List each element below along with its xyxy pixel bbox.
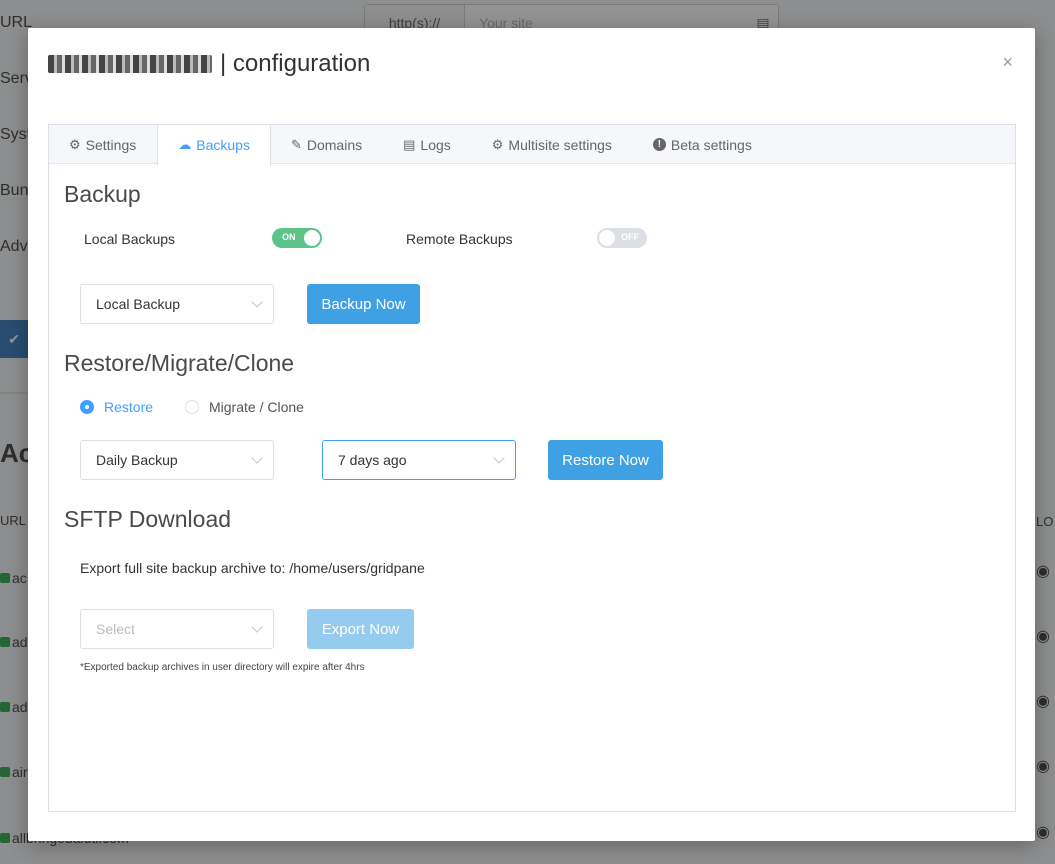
radio-dot [185, 400, 199, 414]
tab-label: Domains [306, 136, 363, 153]
restore-now-button[interactable]: Restore Now [548, 440, 663, 480]
radio-label: Migrate / Clone [209, 399, 304, 415]
export-select[interactable]: Select [80, 609, 274, 649]
tab-label: Settings [85, 136, 137, 153]
local-backups-toggle[interactable]: ON [272, 228, 322, 248]
radio-label: Restore [104, 399, 154, 415]
gear-icon: ⚙ [491, 136, 504, 152]
chevron-down-icon [493, 452, 505, 464]
tab-settings[interactable]: ⚙ Settings [49, 125, 157, 164]
restore-title: Restore/Migrate/Clone [64, 350, 295, 376]
edit-icon: ✎ [290, 136, 302, 152]
modal-title: | configuration [48, 50, 370, 78]
toggle-state: ON [282, 232, 296, 242]
remote-backups-toggle[interactable]: OFF [597, 228, 647, 248]
toggle-knob [304, 230, 320, 246]
export-now-button[interactable]: Export Now [307, 609, 414, 649]
tab-label: Logs [420, 136, 451, 153]
info-icon: ! [652, 138, 666, 151]
redacted-domain [48, 55, 212, 73]
close-icon[interactable]: × [1002, 52, 1013, 73]
restore-time-select[interactable]: 7 days ago [322, 440, 516, 480]
tab-bar: ⚙ Settings ☁ Backups ✎ Domains ▤ Logs ⚙ … [49, 125, 1015, 165]
tab-label: Beta settings [670, 136, 752, 153]
chevron-down-icon [251, 452, 263, 464]
modal-title-text: | configuration [220, 50, 371, 77]
backup-type-select[interactable]: Local Backup [80, 284, 274, 324]
backup-now-button[interactable]: Backup Now [307, 284, 420, 324]
select-value: 7 days ago [338, 452, 407, 468]
chevron-down-icon [251, 296, 263, 308]
remote-backups-label: Remote Backups [406, 231, 513, 247]
toggle-state: OFF [621, 232, 639, 242]
select-placeholder: Select [96, 621, 135, 637]
radio-dot [80, 400, 94, 414]
tab-label: Backups [196, 137, 250, 153]
tab-beta-settings[interactable]: ! Beta settings [633, 125, 773, 164]
export-expiry-note: *Exported backup archives in user direct… [80, 662, 365, 673]
restore-backup-select[interactable]: Daily Backup [80, 440, 274, 480]
migrate-clone-radio[interactable]: Migrate / Clone [185, 399, 304, 415]
configuration-modal: | configuration × ⚙ Settings ☁ Backups ✎… [28, 28, 1035, 841]
tab-multisite-settings[interactable]: ⚙ Multisite settings [472, 125, 633, 164]
tab-backups[interactable]: ☁ Backups [157, 125, 271, 165]
tab-label: Multisite settings [508, 136, 612, 153]
document-icon: ▤ [403, 136, 416, 152]
chevron-down-icon [251, 621, 263, 633]
modal-header: | configuration × [28, 28, 1035, 98]
restore-radio[interactable]: Restore [80, 399, 153, 415]
export-path-text: Export full site backup archive to: /hom… [80, 560, 425, 576]
tab-domains[interactable]: ✎ Domains [271, 125, 383, 164]
toggle-knob [599, 230, 615, 246]
backup-title: Backup [64, 181, 141, 207]
sftp-title: SFTP Download [64, 506, 232, 532]
local-backups-label: Local Backups [84, 231, 176, 247]
cloud-upload-icon: ☁ [178, 137, 192, 152]
select-value: Daily Backup [96, 452, 178, 468]
tab-logs[interactable]: ▤ Logs [383, 125, 472, 164]
tabs-panel: ⚙ Settings ☁ Backups ✎ Domains ▤ Logs ⚙ … [48, 124, 1016, 812]
select-value: Local Backup [96, 296, 181, 312]
gear-icon: ⚙ [69, 136, 81, 152]
